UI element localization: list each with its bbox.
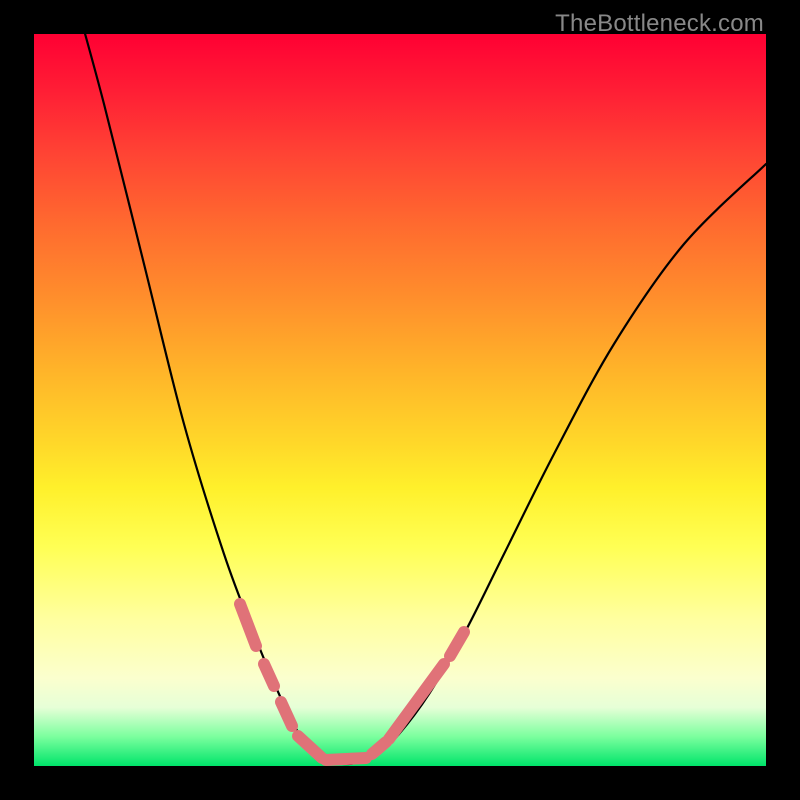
bottleneck-curve <box>74 0 766 764</box>
pink-segment <box>450 632 464 656</box>
plot-area <box>34 34 766 766</box>
pink-segment <box>298 736 322 758</box>
watermark-text: TheBottleneck.com <box>555 10 764 38</box>
pink-segment <box>372 742 386 754</box>
pink-segment <box>281 702 292 726</box>
pink-highlights <box>240 604 464 760</box>
chart-frame: TheBottleneck.com <box>0 0 800 800</box>
pink-segment <box>326 758 366 760</box>
pink-segment <box>240 604 256 646</box>
curve-svg <box>34 34 766 766</box>
pink-segment <box>264 664 274 686</box>
pink-segment <box>389 664 444 739</box>
